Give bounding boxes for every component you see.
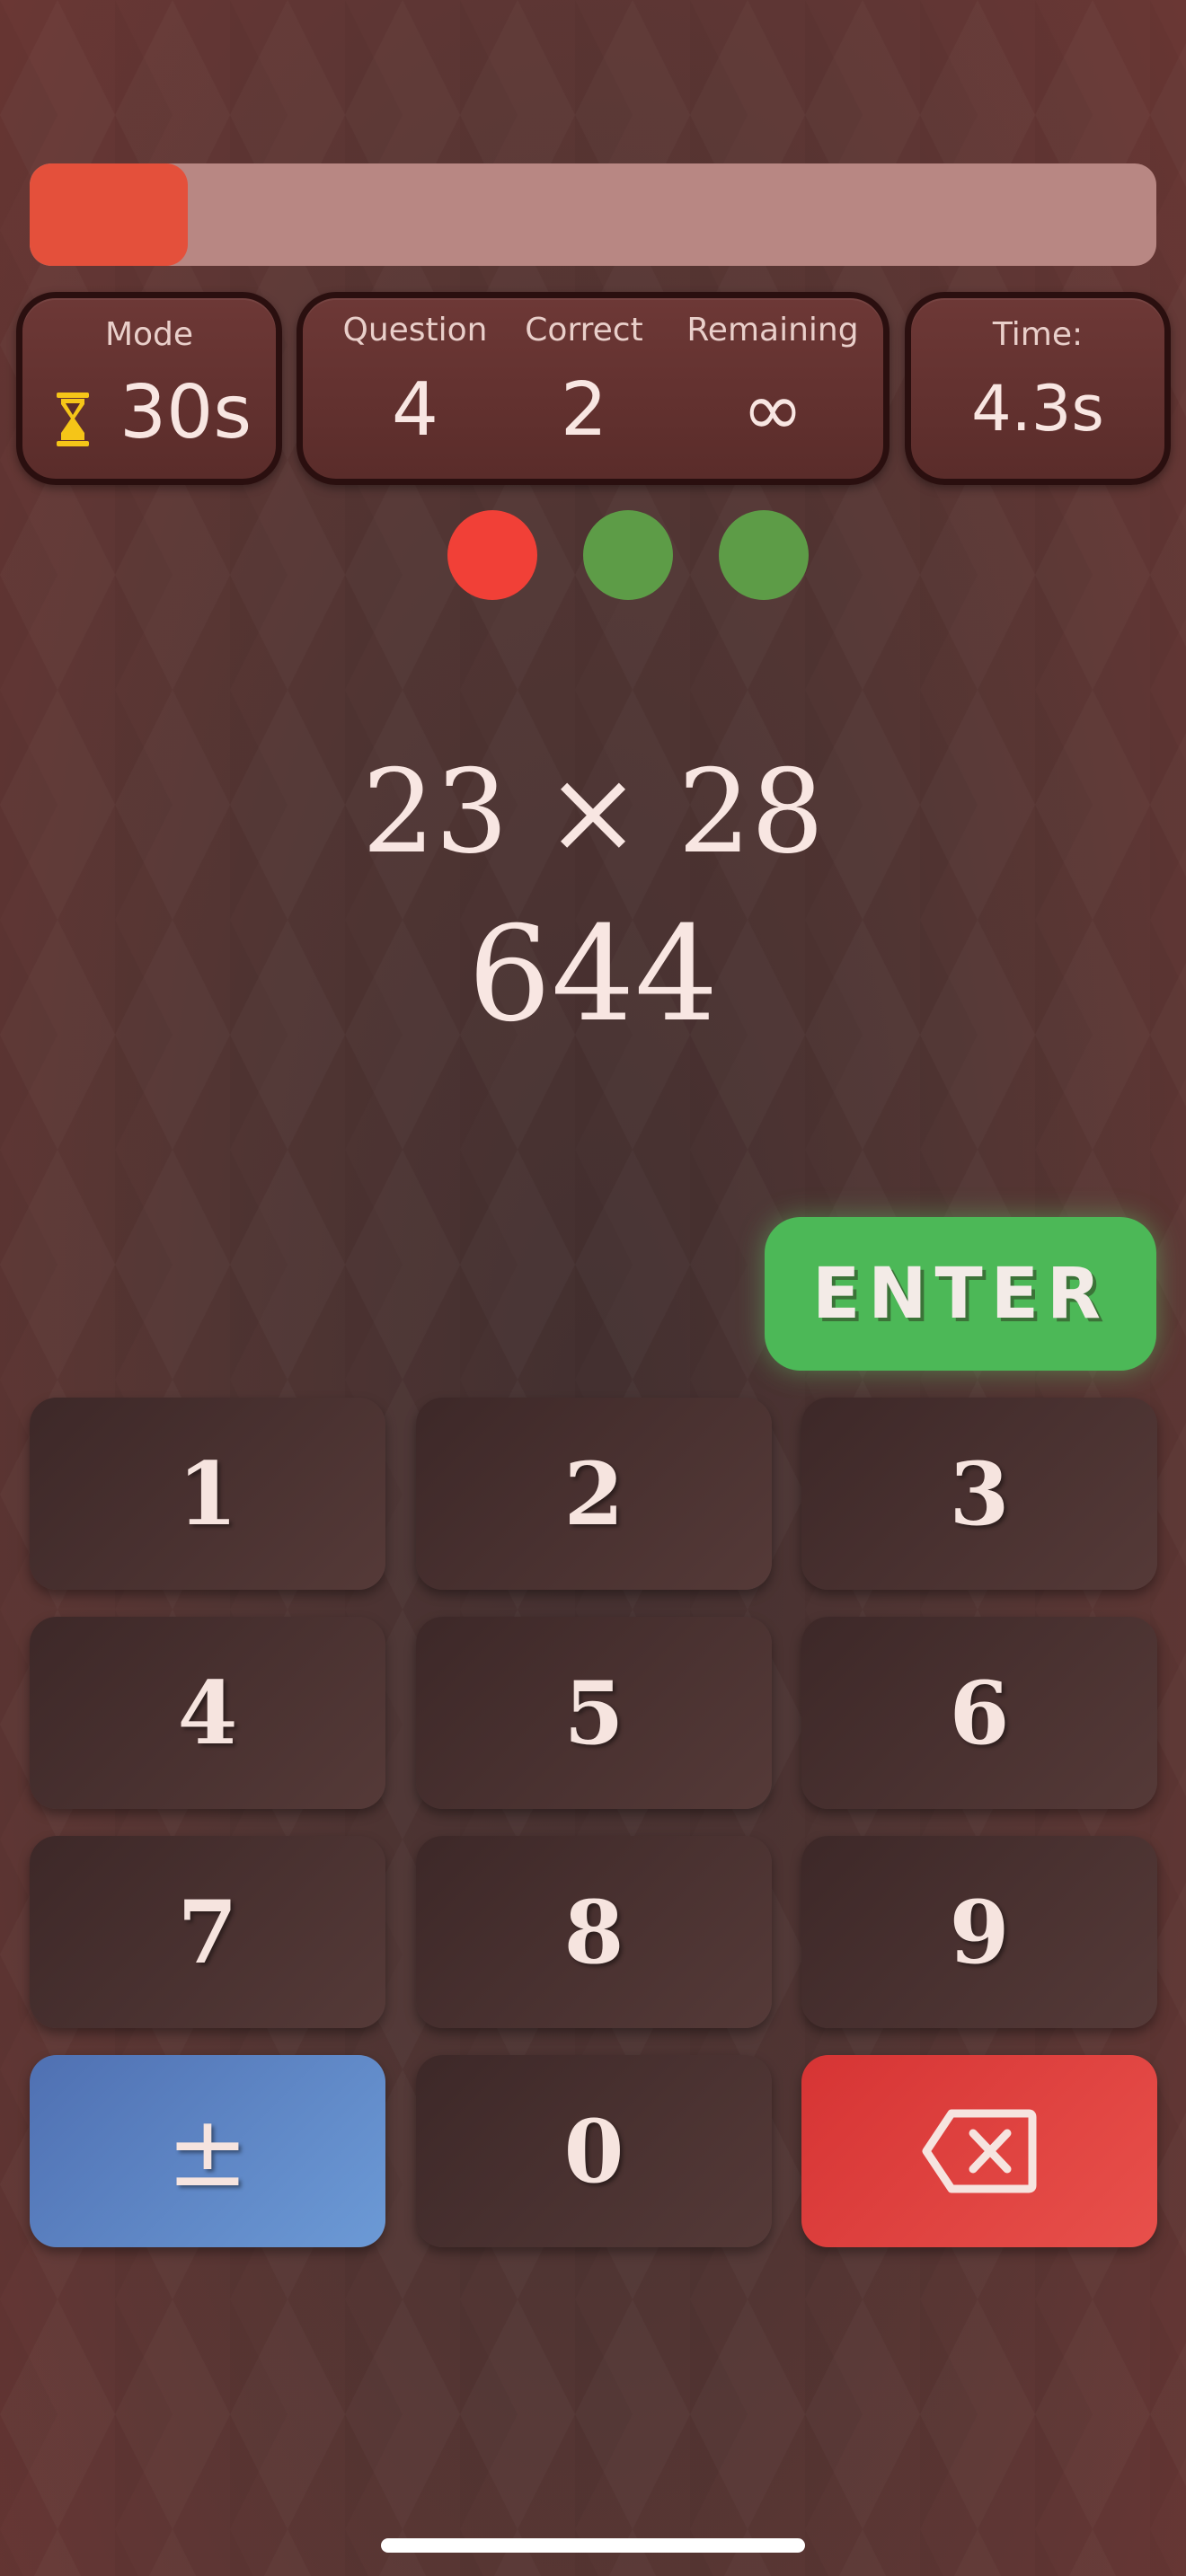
- time-progress-fill: [30, 163, 188, 266]
- time-progress-bar: [30, 163, 1156, 266]
- time-value: 4.3s: [971, 372, 1104, 446]
- enter-button[interactable]: ENTER: [765, 1217, 1156, 1371]
- key-4[interactable]: 4: [30, 1617, 385, 1809]
- key-0[interactable]: 0: [416, 2055, 772, 2247]
- mode-panel: Mode 30s: [16, 292, 282, 485]
- mode-label: Mode: [104, 316, 194, 353]
- key-6[interactable]: 6: [801, 1617, 1157, 1809]
- time-label: Time:: [992, 316, 1084, 353]
- mode-value: 30s: [119, 370, 252, 455]
- question-label: Question: [342, 312, 488, 348]
- result-dot-2: [583, 510, 673, 600]
- key-9[interactable]: 9: [801, 1836, 1157, 2028]
- stat-remaining: Remaining ∞: [674, 298, 872, 479]
- key-1[interactable]: 1: [30, 1398, 385, 1590]
- key-5[interactable]: 5: [416, 1617, 772, 1809]
- stat-question: Question 4: [325, 298, 505, 479]
- stats-panel: Question 4 Correct 2 Remaining ∞: [296, 292, 890, 485]
- remaining-value: ∞: [741, 367, 804, 453]
- backspace-icon: [922, 2109, 1037, 2193]
- answer-display: 644: [467, 898, 719, 1051]
- result-dot-1: [447, 510, 537, 600]
- time-panel: Time: 4.3s: [905, 292, 1171, 485]
- correct-label: Correct: [525, 312, 643, 348]
- hourglass-icon: [57, 393, 89, 446]
- home-indicator: [381, 2538, 805, 2553]
- correct-value: 2: [560, 367, 608, 453]
- key-2[interactable]: 2: [416, 1398, 772, 1590]
- stat-correct: Correct 2: [494, 298, 674, 479]
- remaining-label: Remaining: [686, 312, 859, 348]
- question-value: 4: [391, 367, 439, 453]
- key-3[interactable]: 3: [801, 1398, 1157, 1590]
- key-8[interactable]: 8: [416, 1836, 772, 2028]
- delete-button[interactable]: [801, 2055, 1157, 2247]
- result-dot-3: [719, 510, 809, 600]
- sign-toggle-button[interactable]: ±: [30, 2055, 385, 2247]
- problem-expression: 23 × 28: [361, 745, 825, 879]
- key-7[interactable]: 7: [30, 1836, 385, 2028]
